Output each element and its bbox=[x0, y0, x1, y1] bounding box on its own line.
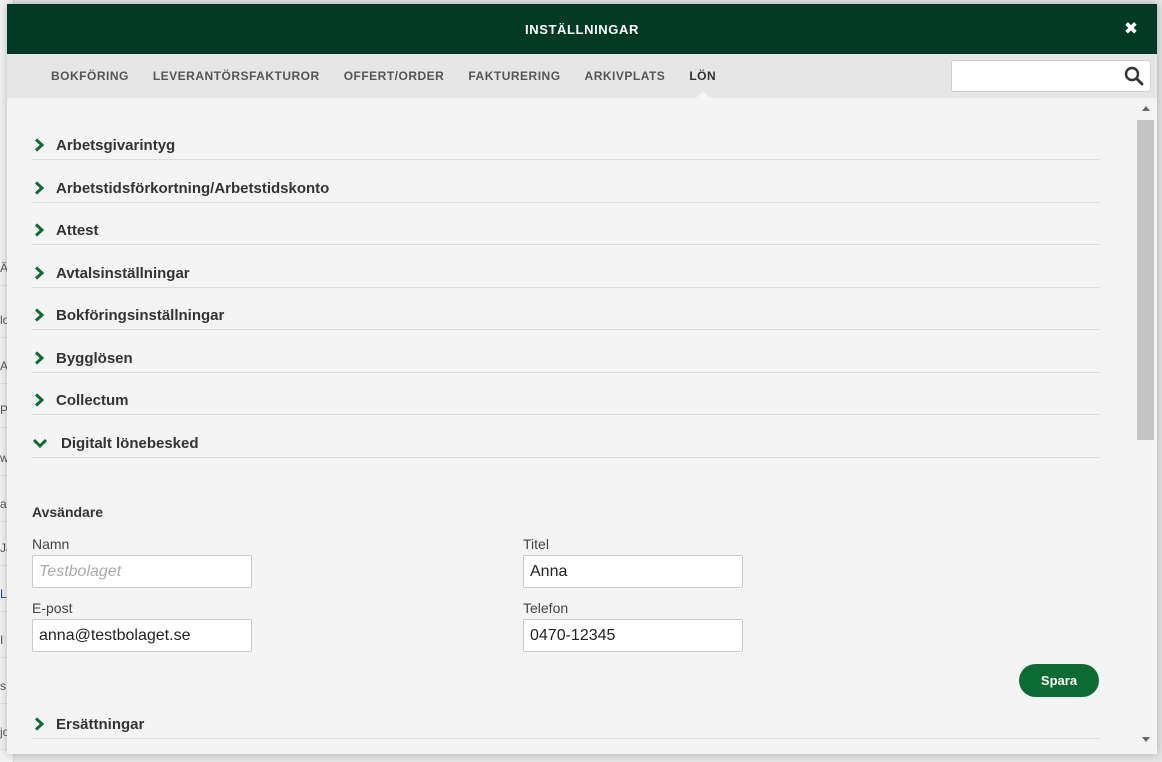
section-label: Arbetsgivarintyg bbox=[56, 137, 176, 154]
phone-input[interactable] bbox=[523, 619, 743, 652]
chevron-right-icon bbox=[34, 308, 45, 322]
search-icon[interactable] bbox=[1124, 66, 1144, 86]
section-arbetstidsforkortning[interactable]: Arbetstidsförkortning/Arbetstidskonto bbox=[32, 173, 1100, 203]
chevron-right-icon bbox=[34, 266, 45, 280]
tab-offert-order[interactable]: OFFERT/ORDER bbox=[332, 54, 457, 98]
section-collectum[interactable]: Collectum bbox=[32, 385, 1100, 415]
section-label: Arbetstidsförkortning/Arbetstidskonto bbox=[56, 180, 330, 197]
email-input[interactable] bbox=[32, 619, 252, 652]
scroll-down-arrow-icon[interactable] bbox=[1142, 737, 1150, 742]
settings-tabs: BOKFÖRING LEVERANTÖRSFAKTUROR OFFERT/ORD… bbox=[7, 54, 1157, 98]
modal-header: INSTÄLLNINGAR ✖ bbox=[7, 4, 1157, 54]
search-box bbox=[951, 60, 1151, 92]
scroll-up-arrow-icon[interactable] bbox=[1142, 106, 1150, 111]
chevron-right-icon bbox=[34, 717, 45, 731]
chevron-right-icon bbox=[34, 393, 45, 407]
section-bokforingsinstallningar[interactable]: Bokföringsinställningar bbox=[32, 300, 1100, 330]
tab-lon[interactable]: LÖN bbox=[677, 54, 728, 98]
settings-modal: INSTÄLLNINGAR ✖ BOKFÖRING LEVERANTÖRSFAK… bbox=[7, 4, 1157, 754]
tab-arkivplats[interactable]: ARKIVPLATS bbox=[573, 54, 678, 98]
name-input[interactable] bbox=[32, 555, 252, 588]
section-arbetsgivarintyg[interactable]: Arbetsgivarintyg bbox=[32, 130, 1100, 160]
section-label: Digitalt lönebesked bbox=[61, 435, 199, 452]
section-avtalsinstallningar[interactable]: Avtalsinställningar bbox=[32, 258, 1100, 288]
tab-leverantorsfakturor[interactable]: LEVERANTÖRSFAKTUROR bbox=[141, 54, 332, 98]
title-label: Titel bbox=[523, 536, 549, 552]
section-label: Attest bbox=[56, 222, 99, 239]
section-label: Bygglösen bbox=[56, 350, 133, 367]
search-input[interactable] bbox=[952, 61, 1117, 91]
chevron-right-icon bbox=[34, 138, 45, 152]
section-label: Ersättningar bbox=[56, 716, 145, 733]
section-label: Collectum bbox=[56, 392, 129, 409]
section-ersattningar[interactable]: Ersättningar bbox=[32, 709, 1100, 739]
scrollbar-thumb[interactable] bbox=[1137, 120, 1154, 440]
section-bygglosen[interactable]: Bygglösen bbox=[32, 343, 1100, 373]
title-input[interactable] bbox=[523, 555, 743, 588]
modal-title: INSTÄLLNINGAR bbox=[525, 21, 639, 37]
section-digitalt-lonebesked[interactable]: Digitalt lönebesked bbox=[32, 428, 1100, 458]
content-scrollbar[interactable] bbox=[1135, 98, 1157, 754]
section-label: Bokföringsinställningar bbox=[56, 307, 225, 324]
chevron-down-icon bbox=[32, 438, 48, 449]
settings-content: Arbetsgivarintyg Arbetstidsförkortning/A… bbox=[7, 98, 1135, 754]
chevron-right-icon bbox=[34, 351, 45, 365]
section-attest[interactable]: Attest bbox=[32, 215, 1100, 245]
tab-bokforing[interactable]: BOKFÖRING bbox=[39, 54, 141, 98]
tab-fakturering[interactable]: FAKTURERING bbox=[456, 54, 572, 98]
name-label: Namn bbox=[32, 536, 70, 552]
phone-label: Telefon bbox=[523, 600, 569, 616]
chevron-right-icon bbox=[34, 181, 45, 195]
email-label: E-post bbox=[32, 600, 73, 616]
section-label: Avtalsinställningar bbox=[56, 265, 190, 282]
close-icon[interactable]: ✖ bbox=[1121, 19, 1141, 39]
chevron-right-icon bbox=[34, 223, 45, 237]
sender-heading: Avsändare bbox=[32, 504, 104, 520]
save-button[interactable]: Spara bbox=[1019, 664, 1099, 697]
